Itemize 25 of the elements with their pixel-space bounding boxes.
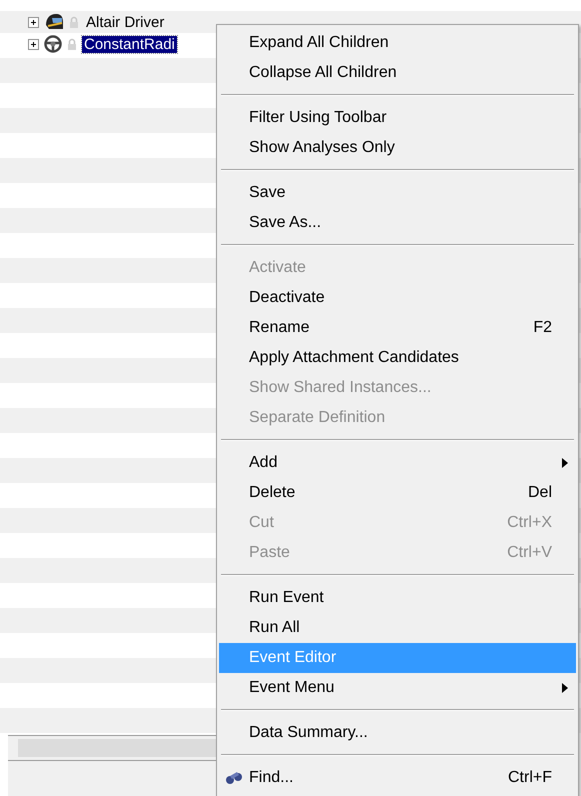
binoculars-icon: [225, 771, 243, 785]
lock-icon: [69, 16, 79, 28]
menu-item[interactable]: Rename F2: [219, 313, 576, 343]
menu-item[interactable]: Show Analyses Only: [219, 133, 576, 163]
menu-item[interactable]: Data Summary...: [219, 718, 576, 748]
menu-item[interactable]: Expand All Children: [219, 28, 576, 58]
menu-item[interactable]: Collapse All Children: [219, 58, 576, 88]
steering-wheel-icon: [44, 35, 62, 53]
expand-icon[interactable]: [28, 38, 39, 50]
menu-item[interactable]: Save As...: [219, 208, 576, 238]
lock-icon: [67, 38, 77, 50]
expand-icon[interactable]: [28, 16, 39, 28]
menu-item[interactable]: Add: [219, 448, 576, 478]
menu-item[interactable]: Deactivate: [219, 283, 576, 313]
tree-item[interactable]: ConstantRadi: [82, 36, 177, 52]
menu-item[interactable]: Filter Using Toolbar: [219, 103, 576, 133]
tree-item[interactable]: Altair Driver: [84, 14, 166, 30]
menu-item[interactable]: Find... Ctrl+F: [219, 763, 576, 793]
menu-item[interactable]: Save: [219, 178, 576, 208]
menu-item[interactable]: Event Menu: [219, 673, 576, 703]
helmet-icon: [44, 13, 64, 31]
menu-item[interactable]: Run All: [219, 613, 576, 643]
menu-item[interactable]: Run Event: [219, 583, 576, 613]
menu-item[interactable]: Delete Del: [219, 478, 576, 508]
menu-item[interactable]: Apply Attachment Candidates: [219, 343, 576, 373]
